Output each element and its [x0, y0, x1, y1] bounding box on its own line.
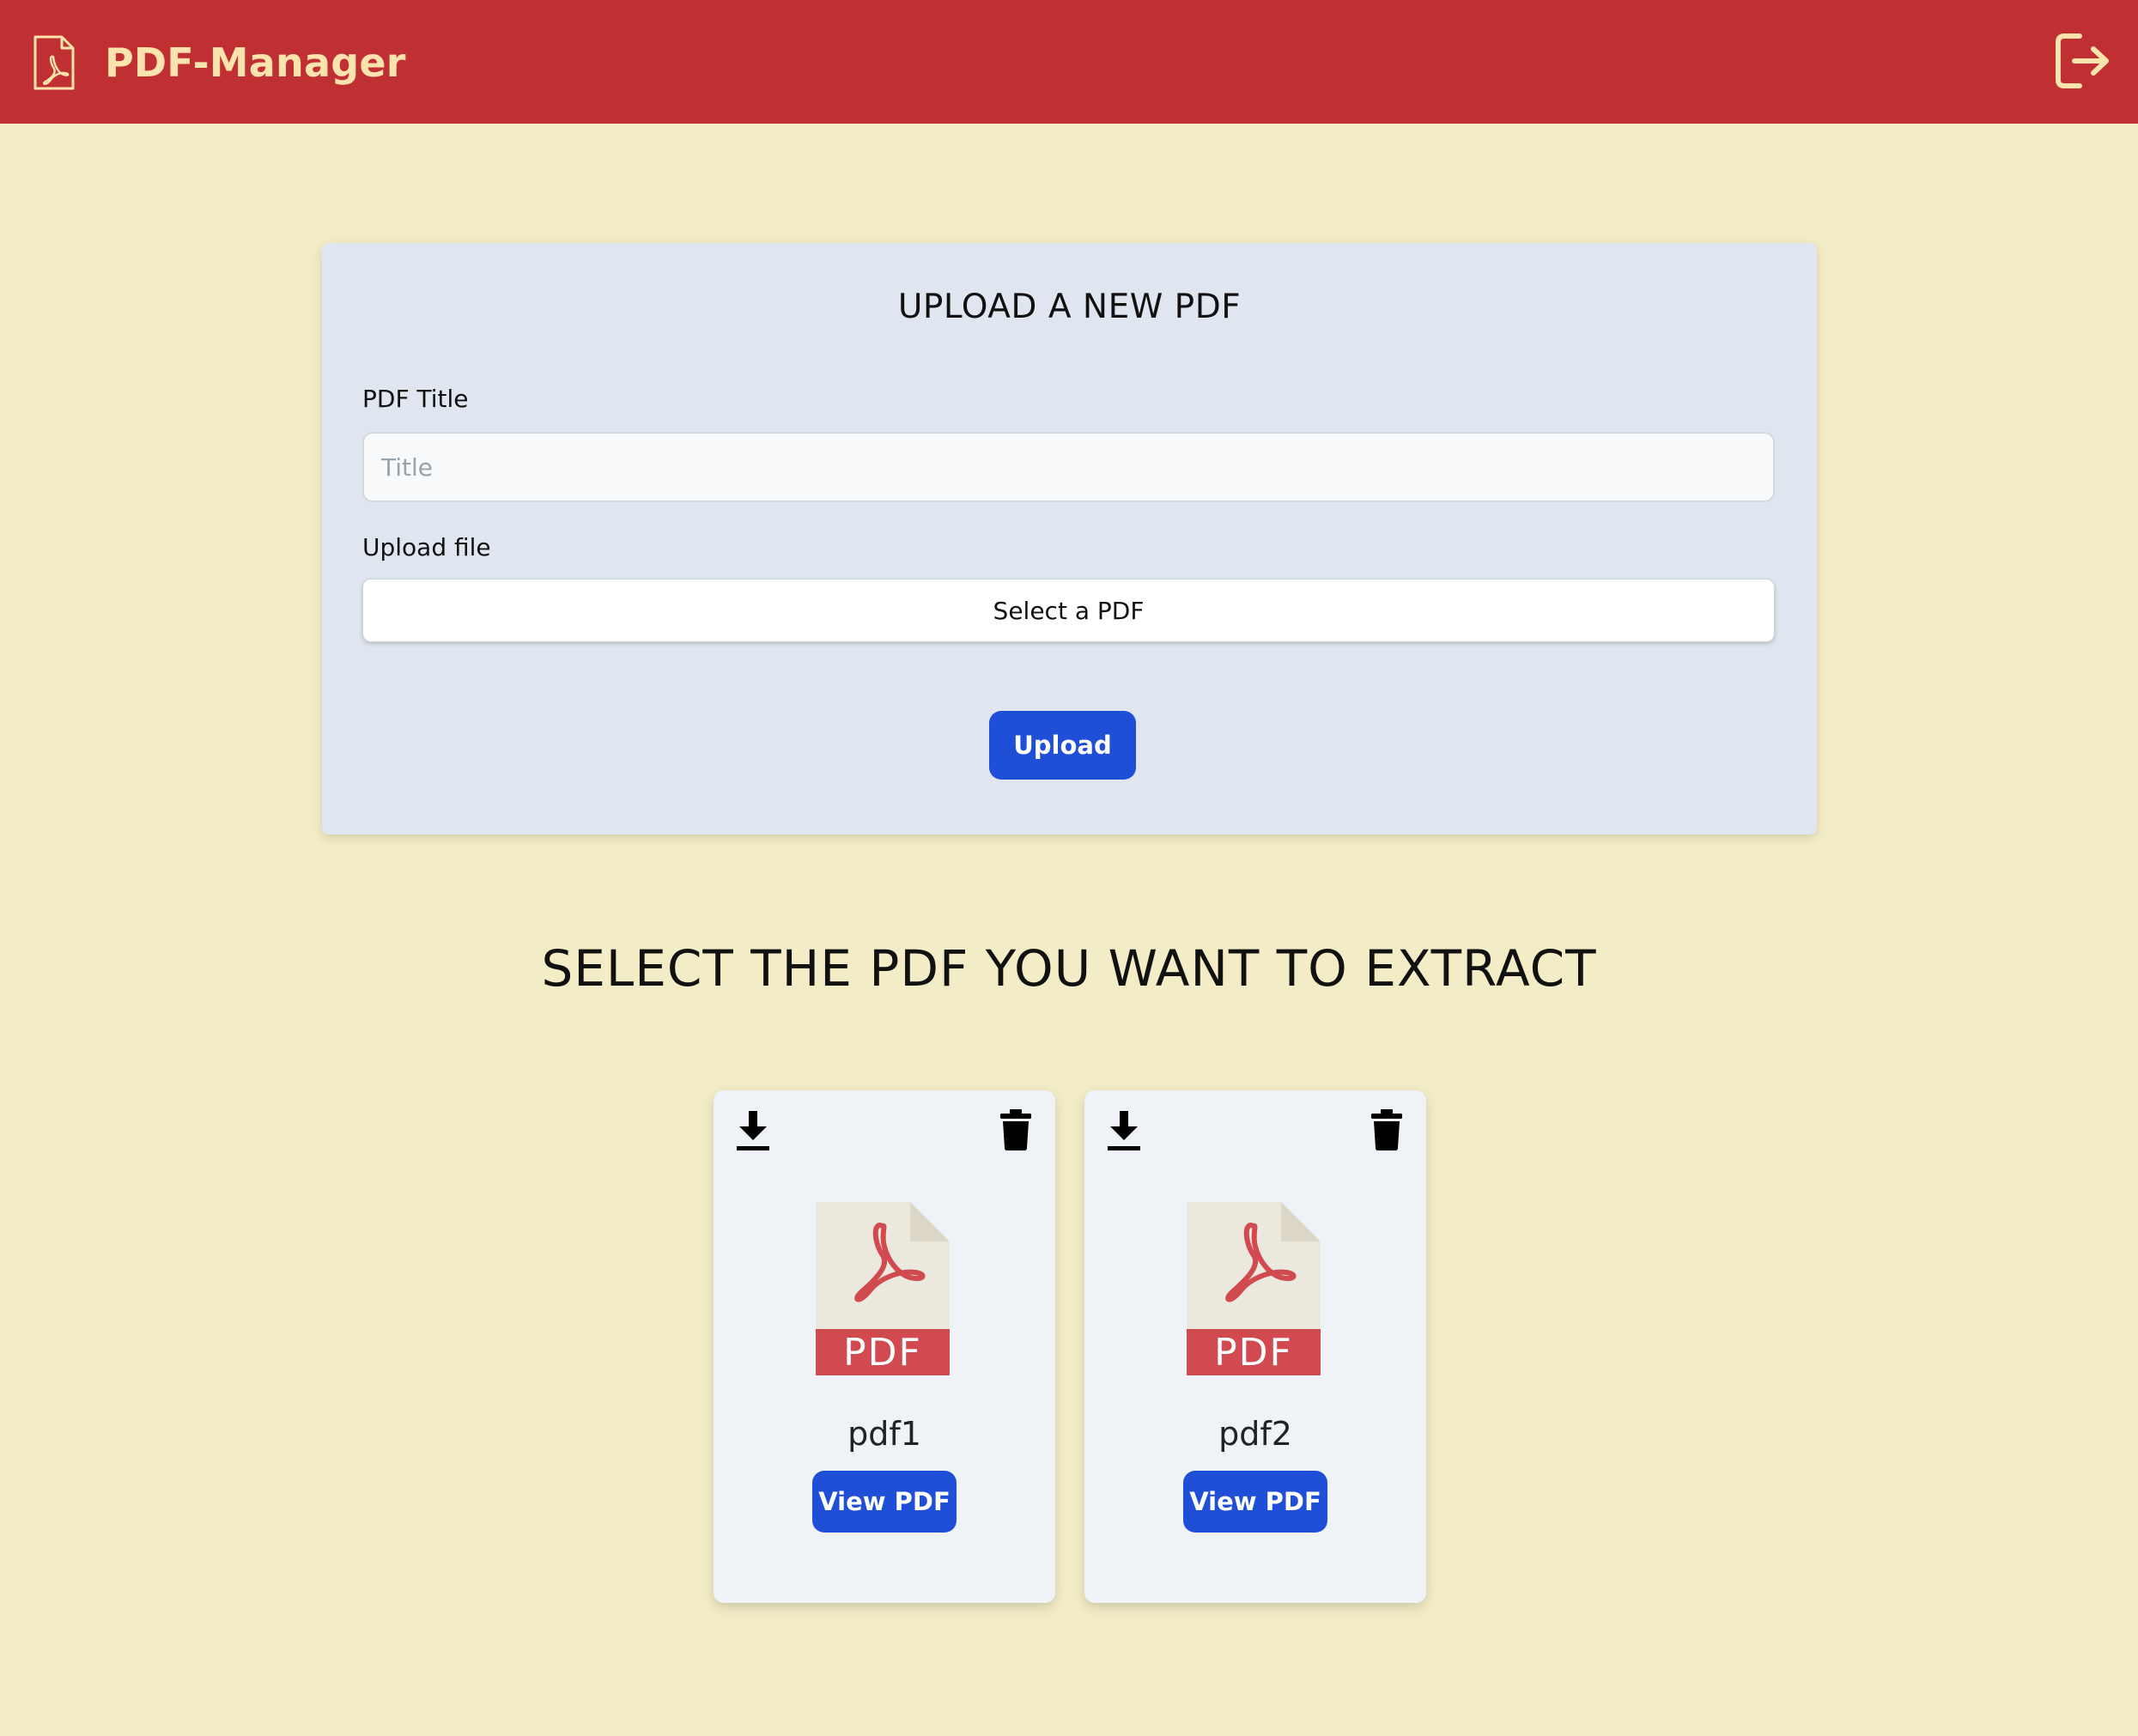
logout-icon — [2056, 33, 2109, 88]
trash-icon — [1371, 1109, 1402, 1150]
download-button[interactable] — [1107, 1109, 1141, 1152]
trash-icon — [1000, 1109, 1031, 1150]
view-pdf-button[interactable]: View PDF — [812, 1471, 957, 1533]
pdf-badge-text: PDF — [843, 1331, 922, 1375]
pdf-badge-text: PDF — [1214, 1331, 1293, 1375]
pdf-document-icon: PDF — [1187, 1202, 1321, 1375]
select-pdf-button[interactable]: Select a PDF — [362, 579, 1775, 642]
upload-button-label: Upload — [1013, 731, 1112, 760]
select-pdf-label: Select a PDF — [993, 596, 1145, 625]
library-heading: SELECT THE PDF YOU WANT TO EXTRACT — [541, 939, 1597, 998]
delete-button[interactable] — [1370, 1109, 1403, 1150]
upload-button[interactable]: Upload — [989, 711, 1136, 780]
pdf-name: pdf1 — [847, 1415, 921, 1453]
download-icon — [737, 1111, 769, 1150]
upload-form-card: UPLOAD A NEW PDF PDF Title Upload file S… — [322, 243, 1817, 835]
download-button[interactable] — [736, 1109, 770, 1152]
pdf-card: PDF pdf1 View PDF — [714, 1090, 1055, 1603]
app-title: PDF-Manager — [105, 39, 406, 86]
brand[interactable]: PDF-Manager — [33, 33, 406, 93]
pdf-title-input[interactable] — [362, 432, 1775, 502]
upload-file-label: Upload file — [362, 533, 491, 561]
pdf-name: pdf2 — [1218, 1415, 1292, 1453]
pdf-card: PDF pdf2 View PDF — [1084, 1090, 1426, 1603]
download-icon — [1108, 1111, 1140, 1150]
pdf-file-icon — [33, 35, 75, 90]
pdf-title-label: PDF Title — [362, 385, 469, 413]
view-pdf-label: View PDF — [818, 1487, 951, 1516]
delete-button[interactable] — [999, 1109, 1032, 1150]
view-pdf-label: View PDF — [1189, 1487, 1321, 1516]
logout-button[interactable] — [2054, 31, 2112, 91]
top-navbar: PDF-Manager — [0, 0, 2138, 124]
upload-heading: UPLOAD A NEW PDF — [897, 288, 1242, 326]
pdf-document-icon: PDF — [816, 1202, 950, 1375]
view-pdf-button[interactable]: View PDF — [1183, 1471, 1327, 1533]
